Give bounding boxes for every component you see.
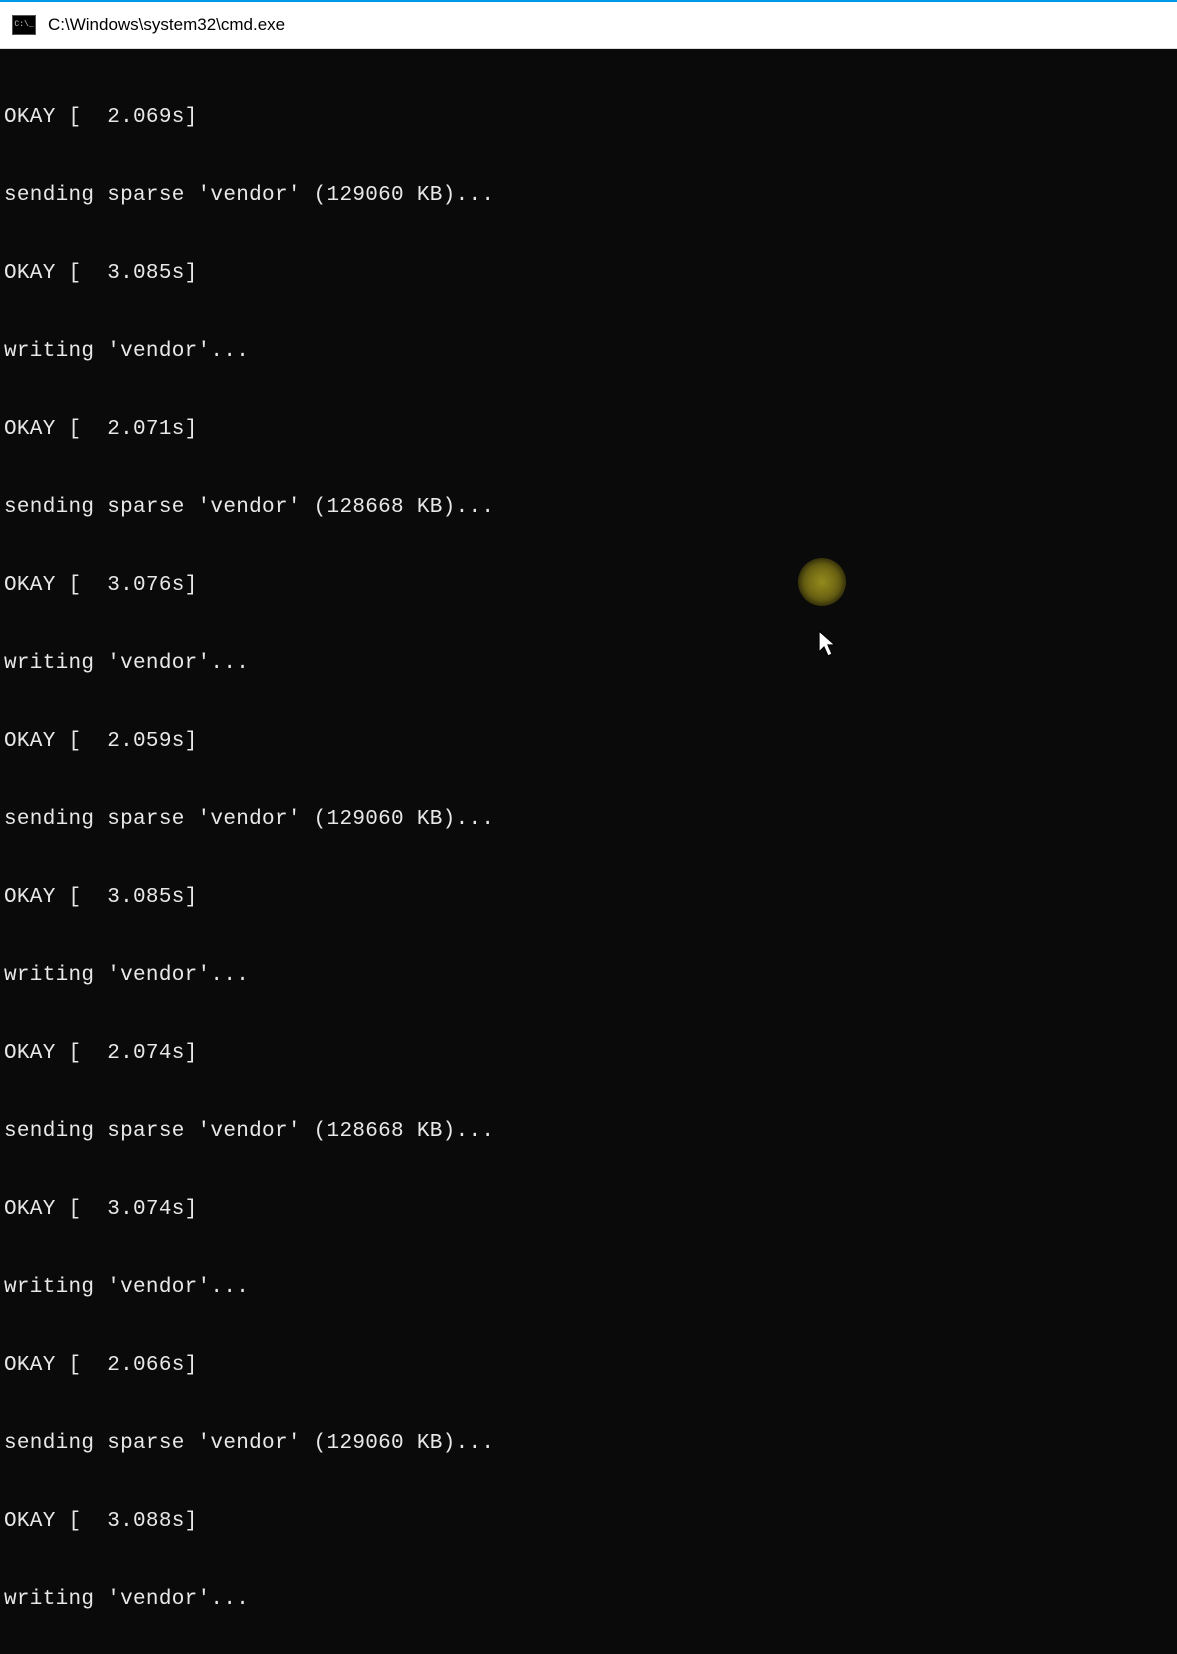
- terminal-line: sending sparse 'vendor' (128668 KB)...: [4, 495, 1173, 521]
- terminal-line: sending sparse 'vendor' (129060 KB)...: [4, 1431, 1173, 1457]
- terminal-line: OKAY [ 2.059s]: [4, 729, 1173, 755]
- window-title: C:\Windows\system32\cmd.exe: [48, 15, 285, 35]
- cmd-icon: [12, 15, 36, 35]
- terminal-line: sending sparse 'vendor' (129060 KB)...: [4, 183, 1173, 209]
- terminal-line: writing 'vendor'...: [4, 339, 1173, 365]
- terminal-line: OKAY [ 3.085s]: [4, 885, 1173, 911]
- terminal-line: writing 'vendor'...: [4, 963, 1173, 989]
- terminal-line: OKAY [ 2.066s]: [4, 1353, 1173, 1379]
- terminal-line: OKAY [ 3.088s]: [4, 1509, 1173, 1535]
- terminal-line: OKAY [ 2.071s]: [4, 417, 1173, 443]
- terminal-line: sending sparse 'vendor' (128668 KB)...: [4, 1119, 1173, 1145]
- terminal-line: writing 'vendor'...: [4, 1275, 1173, 1301]
- terminal-line: OKAY [ 2.069s]: [4, 105, 1173, 131]
- terminal-line: OKAY [ 3.085s]: [4, 261, 1173, 287]
- terminal-line: writing 'vendor'...: [4, 1587, 1173, 1613]
- terminal-line: OKAY [ 3.076s]: [4, 573, 1173, 599]
- terminal-line: OKAY [ 2.074s]: [4, 1041, 1173, 1067]
- terminal-output[interactable]: OKAY [ 2.069s] sending sparse 'vendor' (…: [0, 49, 1177, 825]
- terminal-line: OKAY [ 3.074s]: [4, 1197, 1173, 1223]
- terminal-line: sending sparse 'vendor' (129060 KB)...: [4, 807, 1173, 833]
- titlebar[interactable]: C:\Windows\system32\cmd.exe: [0, 2, 1177, 49]
- terminal-line: writing 'vendor'...: [4, 651, 1173, 677]
